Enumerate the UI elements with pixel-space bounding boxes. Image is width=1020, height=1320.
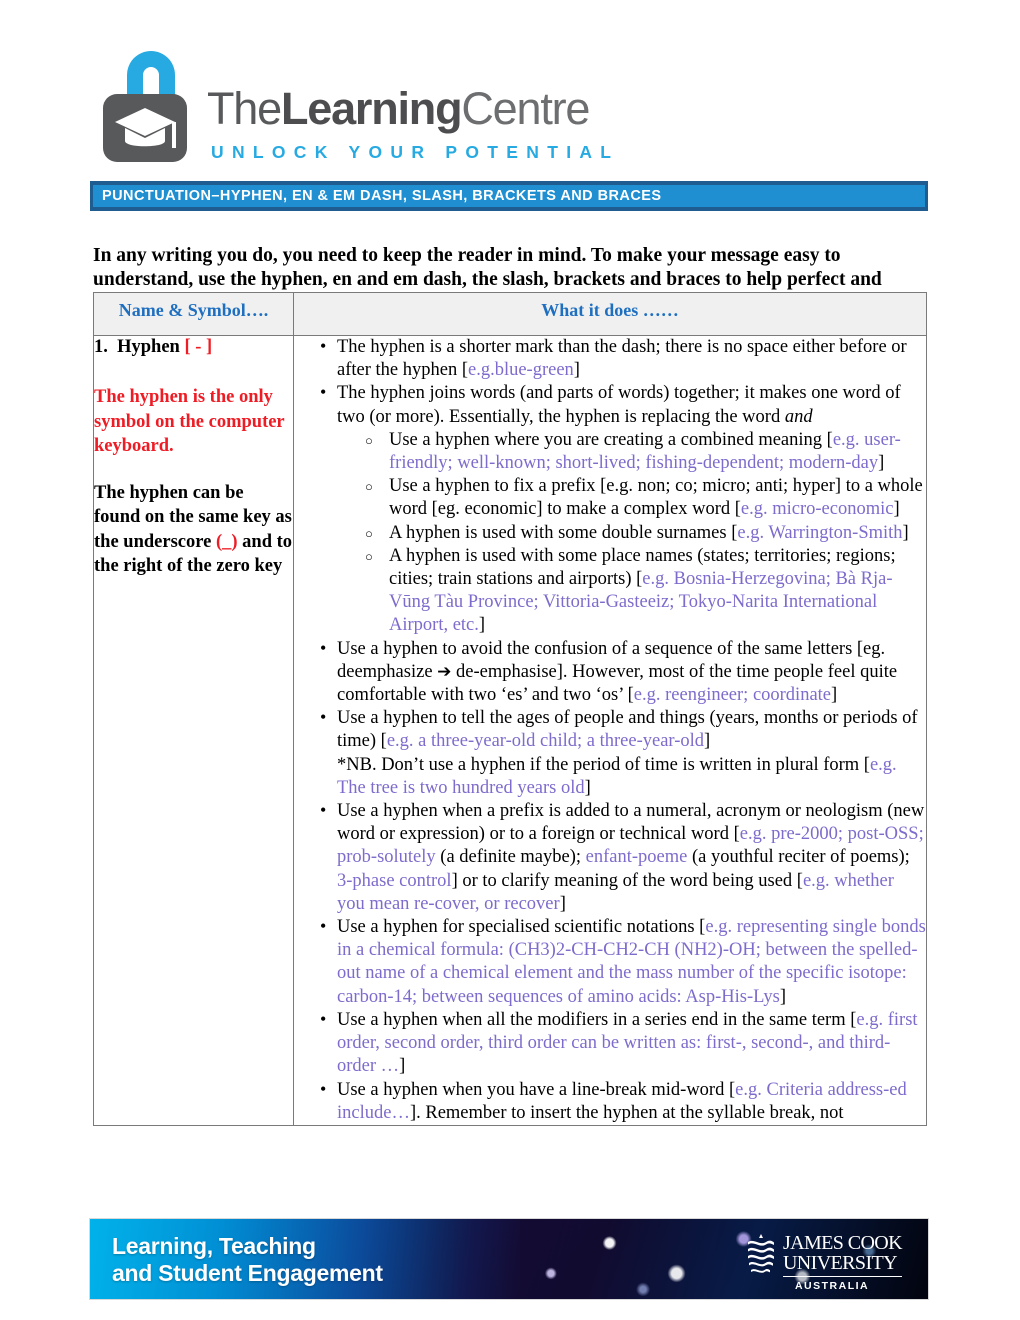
learning-centre-logo: TheLearningCentre UNLOCK YOUR POTENTIAL bbox=[93, 38, 611, 166]
bullet-4-example-2: enfant-poeme bbox=[585, 847, 688, 868]
list-item: Use a hyphen to avoid the confusion of a… bbox=[294, 637, 926, 708]
sub-2-pre: A hyphen is used with some double surnam… bbox=[389, 522, 738, 543]
jcu-line-2: UNIVERSITY bbox=[782, 1253, 902, 1277]
bullet-0-pre: The hyphen is a shorter mark than the da… bbox=[337, 337, 907, 381]
open-padlock-graduation-cap-icon bbox=[93, 40, 211, 164]
hyphen-item-name: Hyphen bbox=[117, 337, 180, 357]
bullet-4-mid-2: (a youthful reciter of poems); bbox=[687, 847, 910, 868]
hyphen-rules-list: The hyphen is a shorter mark than the da… bbox=[294, 335, 926, 1125]
bullet-2-example: e.g. reengineer; coordinate bbox=[633, 685, 832, 706]
bullet-4-mid-3: ] or to clarify meaning of the word bein… bbox=[451, 870, 803, 891]
table-cell-name-symbol: 1. Hyphen [ - ] The hyphen is the only s… bbox=[93, 335, 294, 1126]
bullet-3-post: ] bbox=[704, 731, 711, 752]
list-item: A hyphen is used with some place names (… bbox=[337, 545, 926, 638]
sub-1-post: ] bbox=[893, 499, 900, 520]
hyphen-subrules-list: Use a hyphen where you are creating a co… bbox=[337, 429, 926, 638]
list-item: A hyphen is used with some double surnam… bbox=[337, 522, 926, 545]
bullet-4-post: ] bbox=[559, 893, 566, 914]
sub-0-post: ] bbox=[878, 453, 885, 474]
table-cell-what-it-does: The hyphen is a shorter mark than the da… bbox=[293, 335, 927, 1126]
list-item: Use a hyphen for specialised scientific … bbox=[294, 915, 926, 1009]
list-item: Use a hyphen when a prefix is added to a… bbox=[294, 799, 926, 916]
bullet-3-nb-pre: *NB. Don’t use a hyphen if the period of… bbox=[337, 754, 870, 775]
footer-title: Learning, Teaching and Student Engagemen… bbox=[112, 1233, 383, 1287]
list-item: The hyphen joins words (and parts of wor… bbox=[294, 381, 926, 638]
underscore-symbol: (_) bbox=[215, 531, 238, 552]
bullet-0-example: e.g.blue-green bbox=[467, 360, 574, 381]
bullet-5-pre: Use a hyphen for specialised scientific … bbox=[337, 917, 706, 938]
punctuation-table: Name & Symbol…. What it does …… 1. Hyphe… bbox=[93, 292, 927, 1126]
logo-word-the: The bbox=[207, 83, 282, 134]
jcu-wave-crest-icon bbox=[747, 1234, 774, 1273]
hyphen-red-note: The hyphen is the only symbol on the com… bbox=[94, 387, 285, 456]
bullet-3-nb-post: ] bbox=[584, 777, 591, 798]
jcu-wordmark: JAMES COOK UNIVERSITY AUSTRALIA bbox=[782, 1232, 903, 1292]
sub-1-example: e.g. micro-economic bbox=[740, 499, 894, 520]
jcu-line-3: AUSTRALIA bbox=[794, 1280, 870, 1292]
sub-3-post: ] bbox=[478, 615, 486, 636]
logo-word-centre: Centre bbox=[461, 83, 590, 134]
table-header-row: Name & Symbol…. What it does …… bbox=[93, 292, 927, 336]
table-header-what-it-does-label: What it does …… bbox=[541, 300, 679, 320]
bullet-7-pre: Use a hyphen when you have a line-break … bbox=[337, 1079, 736, 1100]
bullet-7-post: ]. Remember to insert the hyphen at the … bbox=[409, 1102, 844, 1123]
hyphen-item-symbol: [ - ] bbox=[184, 337, 213, 357]
right-arrow-icon: ➔ bbox=[437, 661, 452, 682]
list-item: Use a hyphen to fix a prefix [e.g. non; … bbox=[337, 475, 926, 521]
section-banner-title: PUNCTUATION–HYPHEN, EN & EM DASH, SLASH,… bbox=[102, 188, 662, 204]
logo-tagline: UNLOCK YOUR POTENTIAL bbox=[211, 142, 620, 162]
section-banner: PUNCTUATION–HYPHEN, EN & EM DASH, SLASH,… bbox=[90, 181, 928, 211]
bullet-1-italic: and bbox=[784, 406, 813, 427]
table-header-what-it-does: What it does …… bbox=[293, 292, 927, 336]
document-page: TheLearningCentre UNLOCK YOUR POTENTIAL … bbox=[0, 0, 1020, 1320]
bullet-5-post: ] bbox=[779, 986, 787, 1007]
footer-title-line-2: and Student Engagement bbox=[112, 1260, 383, 1286]
sub-2-example: e.g. Warrington-Smith bbox=[737, 522, 903, 543]
hyphen-item-number: 1. bbox=[94, 337, 108, 357]
bullet-0-post: ] bbox=[573, 360, 580, 381]
table-row: 1. Hyphen [ - ] The hyphen is the only s… bbox=[93, 335, 927, 1126]
list-item: The hyphen is a shorter mark than the da… bbox=[294, 335, 926, 382]
hyphen-black-note: The hyphen can be found on the same key … bbox=[94, 481, 293, 579]
bullet-4-example-3: 3-phase control bbox=[337, 870, 452, 891]
bullet-6-pre: Use a hyphen when all the modifiers in a… bbox=[337, 1009, 857, 1030]
bullet-4-mid: (a definite maybe); bbox=[435, 847, 586, 868]
bullet-6-post: ] bbox=[399, 1056, 406, 1077]
logo-wordmark: TheLearningCentre bbox=[207, 83, 590, 134]
jcu-logo: JAMES COOK UNIVERSITY AUSTRALIA bbox=[746, 1232, 903, 1292]
sub-2-post: ] bbox=[902, 522, 909, 543]
table-header-name-symbol-label: Name & Symbol…. bbox=[118, 300, 269, 320]
footer-banner: Learning, Teaching and Student Engagemen… bbox=[90, 1219, 928, 1299]
list-item: Use a hyphen to tell the ages of people … bbox=[294, 706, 926, 800]
list-item: Use a hyphen when you have a line-break … bbox=[294, 1077, 926, 1125]
jcu-line-1: JAMES COOK bbox=[782, 1232, 903, 1254]
bullet-1-pre: The hyphen joins words (and parts of wor… bbox=[337, 383, 901, 427]
sub-0-pre: Use a hyphen where you are creating a co… bbox=[389, 429, 833, 450]
logo-word-learning: Learning bbox=[280, 83, 463, 134]
table-header-name-symbol: Name & Symbol…. bbox=[93, 292, 294, 336]
bullet-2-post: ] bbox=[831, 685, 838, 706]
hyphen-heading: 1. Hyphen [ - ] bbox=[94, 336, 293, 359]
list-item: Use a hyphen where you are creating a co… bbox=[337, 429, 926, 475]
list-item: Use a hyphen when all the modifiers in a… bbox=[294, 1008, 926, 1079]
footer-title-line-1: Learning, Teaching bbox=[112, 1233, 316, 1259]
bullet-3-example: e.g. a three-year-old child; a three-yea… bbox=[386, 731, 705, 752]
